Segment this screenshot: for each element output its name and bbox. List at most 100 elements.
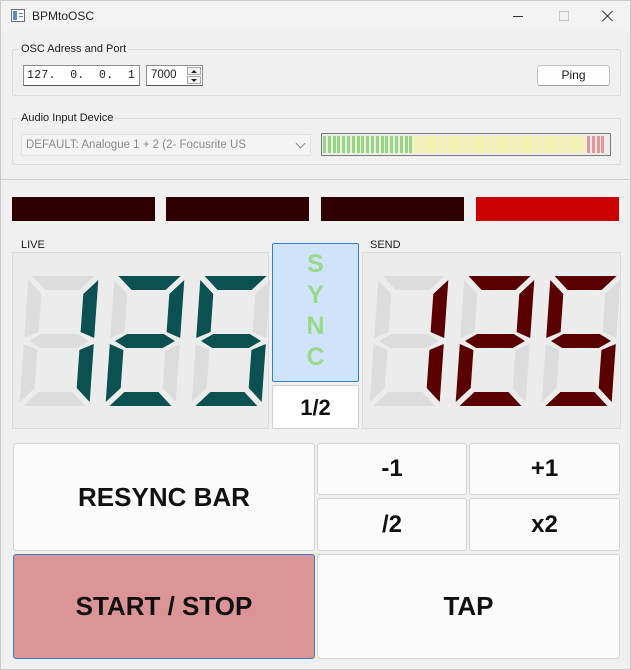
maximize-icon	[559, 11, 569, 21]
beat-indicator-3	[321, 197, 464, 221]
spin-up-icon[interactable]	[187, 67, 201, 75]
window-title: BPMtoOSC	[32, 9, 95, 23]
meter-segment	[385, 136, 389, 153]
separator	[1, 179, 630, 180]
meter-segment	[443, 136, 446, 153]
meter-segment	[519, 136, 523, 153]
meter-segment	[500, 136, 504, 153]
lcd-segment	[29, 334, 89, 348]
start-stop-button[interactable]: START / STOP	[13, 554, 315, 659]
live-title: LIVE	[21, 239, 45, 251]
title-bar[interactable]: BPMtoOSC	[1, 1, 630, 31]
double-tempo-button[interactable]: x2	[469, 498, 620, 551]
lcd-segment	[105, 344, 124, 402]
osc-group-title: OSC Adress and Port	[19, 43, 129, 55]
beat-indicator-2	[166, 197, 309, 221]
live-bpm-display	[19, 276, 271, 406]
meter-segment	[510, 136, 514, 153]
meter-segment	[515, 136, 518, 153]
meter-segment	[591, 136, 595, 153]
lcd-segment	[430, 280, 449, 338]
lcd-segment	[554, 276, 617, 290]
lcd-segment	[196, 280, 214, 338]
resync-bar-button[interactable]: RESYNC BAR	[13, 443, 315, 551]
port-spinner	[187, 67, 201, 84]
lcd-segment	[546, 280, 564, 338]
port-spinbox[interactable]: 7000	[146, 65, 203, 86]
lcd-segment	[110, 280, 128, 338]
meter-segment	[356, 136, 360, 153]
lcd-segment	[512, 344, 530, 402]
meter-segment	[572, 136, 576, 153]
audio-device-value: DEFAULT: Analogue 1 + 2 (2- Focusrite US	[26, 139, 246, 151]
audio-level-meter	[321, 133, 611, 156]
send-title: SEND	[370, 239, 401, 251]
meter-segment	[433, 136, 437, 153]
meter-segment	[481, 136, 485, 153]
lcd-segment	[379, 334, 439, 348]
lcd-segment	[369, 344, 388, 402]
level-meter-segments	[323, 136, 609, 153]
meter-segment	[495, 136, 499, 153]
sync-letter: S	[307, 250, 324, 278]
ip-address-input[interactable]: 127. 0. 0. 1	[23, 65, 140, 86]
lcd-segment	[23, 392, 86, 406]
ratio-display[interactable]: 1/2	[272, 385, 359, 429]
meter-segment	[395, 136, 398, 153]
minimize-icon	[513, 15, 523, 17]
meter-segment	[486, 136, 490, 153]
lcd-segment	[76, 344, 94, 402]
plus-one-button[interactable]: +1	[469, 443, 620, 495]
minimize-button[interactable]	[495, 1, 541, 31]
lcd-segment	[602, 280, 621, 338]
meter-segment	[332, 136, 336, 153]
lcd-segment	[468, 276, 531, 290]
lcd-segment	[382, 276, 445, 290]
tap-button[interactable]: TAP	[317, 554, 620, 659]
sync-letter: N	[306, 312, 325, 340]
spin-down-icon[interactable]	[187, 76, 201, 84]
meter-segment	[414, 136, 418, 153]
meter-segment	[524, 136, 528, 153]
meter-segment	[567, 136, 571, 153]
meter-segment	[347, 136, 350, 153]
lcd-segment	[465, 334, 525, 348]
meter-segment	[447, 136, 451, 153]
ping-button[interactable]: Ping	[537, 65, 610, 86]
lcd-segment	[32, 276, 95, 290]
lcd-segment	[109, 392, 172, 406]
half-tempo-button[interactable]: /2	[317, 498, 467, 551]
chevron-down-icon	[295, 138, 306, 149]
lcd-segment	[115, 334, 175, 348]
maximize-button	[541, 1, 587, 31]
lcd-segment	[162, 344, 180, 402]
meter-segment	[323, 136, 326, 153]
meter-segment	[457, 136, 461, 153]
lcd-segment	[459, 392, 522, 406]
meter-segment	[371, 136, 374, 153]
meter-segment	[399, 136, 403, 153]
meter-segment	[366, 136, 370, 153]
meter-segment	[543, 136, 547, 153]
lcd-segment	[204, 276, 267, 290]
app-icon	[11, 9, 25, 22]
meter-segment	[553, 136, 557, 153]
meter-segment	[342, 136, 346, 153]
lcd-segment	[24, 280, 42, 338]
meter-segment	[596, 136, 600, 153]
beat-indicator-1	[12, 197, 155, 221]
meter-segment	[467, 136, 470, 153]
minus-one-button[interactable]: -1	[317, 443, 467, 495]
meter-segment	[423, 136, 427, 153]
lcd-segment	[460, 280, 478, 338]
audio-device-select[interactable]: DEFAULT: Analogue 1 + 2 (2- Focusrite US	[21, 134, 311, 156]
meter-segment	[428, 136, 432, 153]
meter-segment	[582, 136, 586, 153]
meter-segment	[558, 136, 562, 153]
beat-indicator-4	[476, 197, 619, 221]
meter-segment	[375, 136, 379, 153]
sync-button[interactable]: S Y N C	[272, 243, 359, 382]
close-button[interactable]	[585, 1, 631, 31]
meter-segment	[337, 136, 341, 153]
lcd-segment	[252, 280, 271, 338]
